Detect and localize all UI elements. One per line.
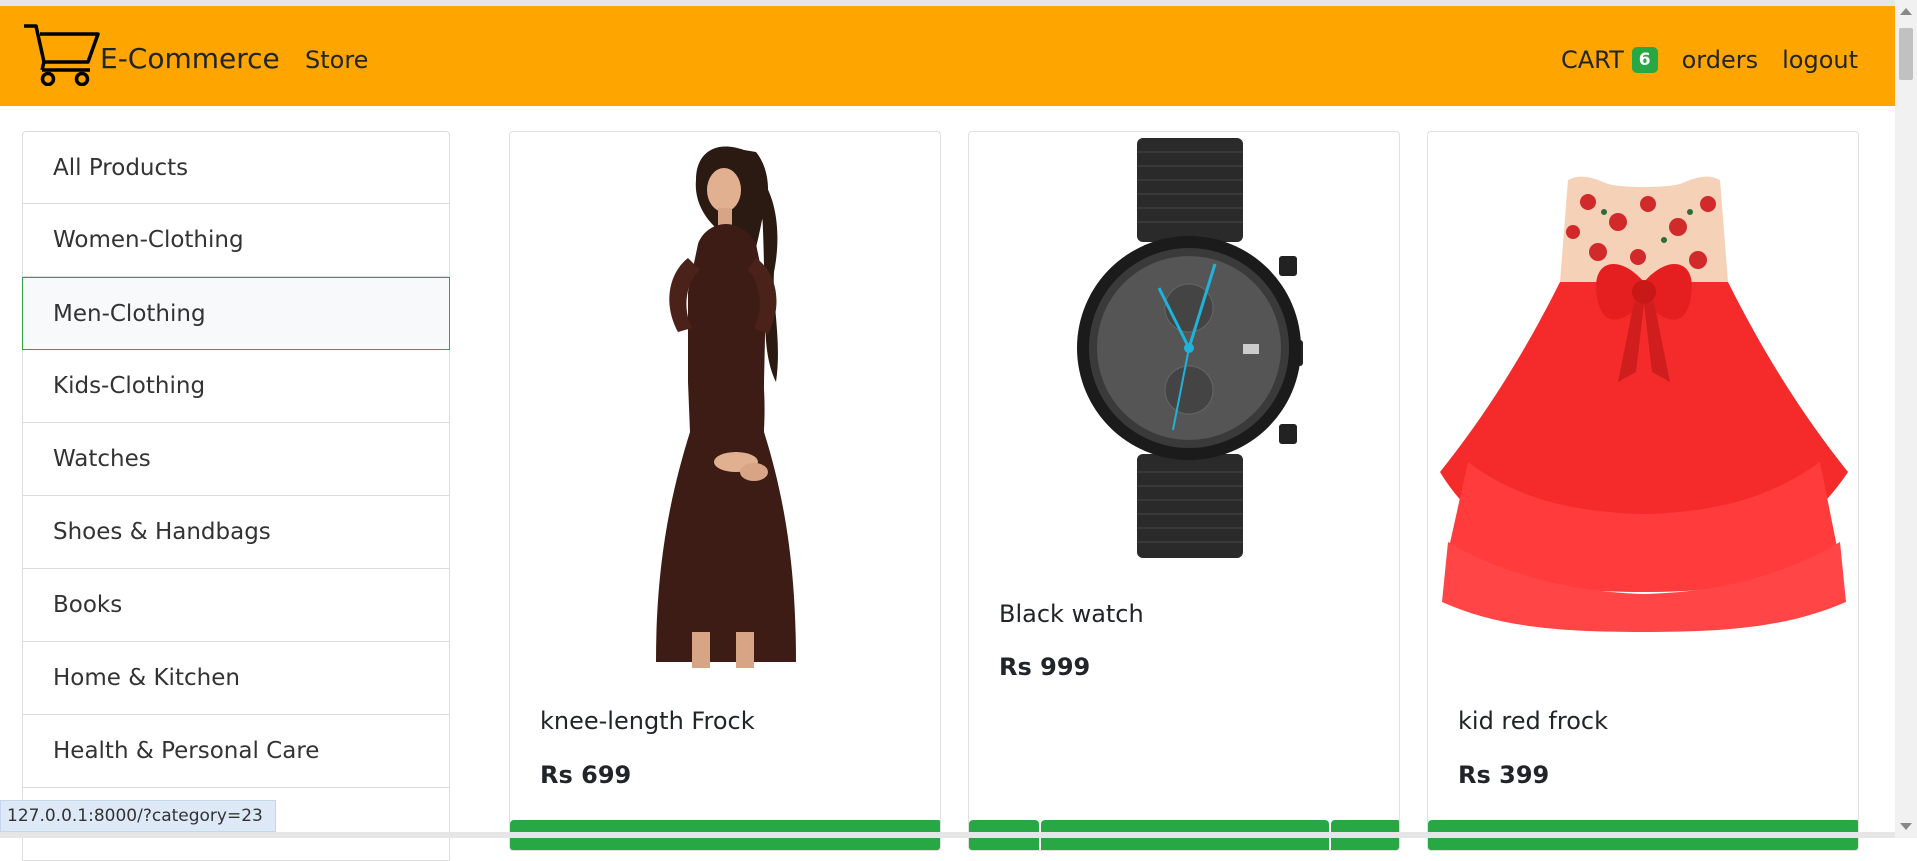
product-card[interactable]: knee-length Frock Rs 699 [509, 131, 941, 851]
brown-dress-image[interactable] [510, 132, 941, 670]
cart-label: CART [1561, 46, 1624, 74]
category-item-kids-clothing[interactable]: Kids-Clothing [22, 350, 450, 423]
category-item-men-clothing[interactable]: Men-Clothing [22, 277, 450, 350]
product-title[interactable]: Black watch [999, 600, 1144, 628]
category-item-watches[interactable]: Watches [22, 423, 450, 496]
product-title[interactable]: kid red frock [1458, 707, 1608, 735]
category-item-shoes-handbags[interactable]: Shoes & Handbags [22, 496, 450, 569]
category-item-health-personal-care[interactable]: Health & Personal Care [22, 715, 450, 788]
category-item-books[interactable]: Books [22, 569, 450, 642]
category-item-home-kitchen[interactable]: Home & Kitchen [22, 642, 450, 715]
category-item-women-clothing[interactable]: Women-Clothing [22, 204, 450, 277]
brand-name: E-Commerce [100, 42, 280, 75]
scroll-thumb[interactable] [1899, 28, 1913, 80]
store-link[interactable]: Store [305, 46, 368, 74]
category-sidebar: All Products Women-Clothing Men-Clothing… [22, 131, 450, 861]
cart-link[interactable]: CART 6 [1561, 46, 1658, 74]
product-card[interactable]: Black watch Rs 999 [968, 131, 1400, 851]
orders-link[interactable]: orders [1682, 46, 1759, 74]
product-price: Rs 999 [999, 653, 1090, 681]
brand-link[interactable]: E-Commerce [22, 22, 280, 86]
nav-right-links: CART 6 orders logout [1537, 46, 1858, 74]
product-card[interactable]: kid red frock Rs 399 [1427, 131, 1859, 851]
scroll-down-arrow-icon[interactable] [1900, 823, 1912, 830]
product-price: Rs 699 [540, 761, 631, 789]
logout-link[interactable]: logout [1782, 46, 1858, 74]
browser-bottom-edge [0, 832, 1895, 838]
product-price: Rs 399 [1458, 761, 1549, 789]
link-hover-status: 127.0.0.1:8000/?category=23 [0, 800, 276, 832]
vertical-scrollbar[interactable] [1895, 0, 1917, 838]
cart-count-badge: 6 [1632, 47, 1658, 73]
category-item-all-products[interactable]: All Products [22, 131, 450, 204]
navbar: E-Commerce Store CART 6 orders logout [0, 6, 1895, 106]
red-frock-image[interactable] [1428, 132, 1859, 632]
black-watch-image[interactable] [969, 132, 1400, 562]
shopping-cart-icon [22, 22, 100, 86]
product-title[interactable]: knee-length Frock [540, 707, 755, 735]
scroll-up-arrow-icon[interactable] [1900, 8, 1912, 15]
